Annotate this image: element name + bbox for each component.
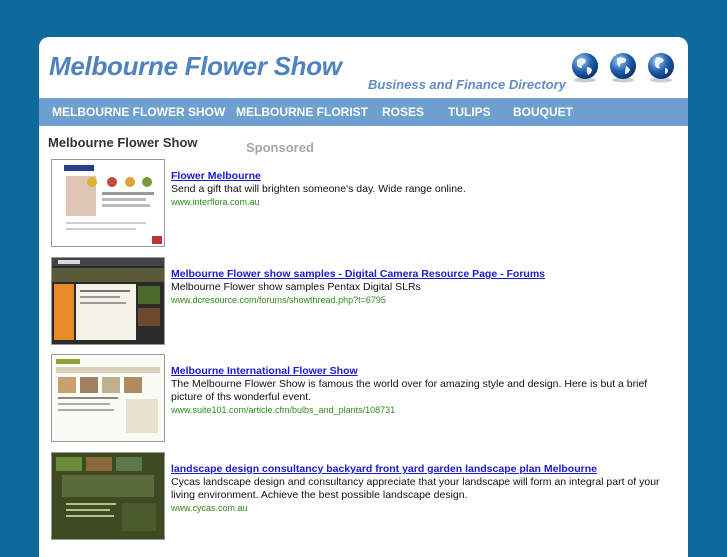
result-url[interactable]: www.interflora.com.au <box>171 196 666 209</box>
result-url[interactable]: www.suite101.com/article.cfm/bulbs_and_p… <box>171 404 666 417</box>
result-title-link[interactable]: Flower Melbourne <box>171 170 666 183</box>
result-url[interactable]: www.cycas.com.au <box>171 502 666 515</box>
sponsored-label: Sponsored <box>246 140 314 155</box>
result-description: Cycas landscape design and consultancy a… <box>171 476 660 501</box>
site-thumbnail[interactable] <box>51 159 165 247</box>
nav-item-melbourne-flower-show[interactable]: MELBOURNE FLOWER SHOW <box>52 105 225 119</box>
result-title-link[interactable]: landscape design consultancy backyard fr… <box>171 463 666 476</box>
nav-item-melbourne-florist[interactable]: MELBOURNE FLORIST <box>236 105 368 119</box>
tagline: Business and Finance Directory <box>368 77 566 92</box>
globe-icon <box>572 53 598 83</box>
site-thumbnail[interactable] <box>51 452 165 540</box>
main-nav: MELBOURNE FLOWER SHOW MELBOURNE FLORIST … <box>39 98 688 126</box>
header: Melbourne Flower Show Business and Finan… <box>39 37 688 97</box>
site-thumbnail[interactable] <box>51 257 165 345</box>
globe-icon <box>648 53 674 83</box>
site-title[interactable]: Melbourne Flower Show <box>49 51 342 82</box>
nav-item-tulips[interactable]: TULIPS <box>448 105 491 119</box>
globe-icon <box>610 53 636 83</box>
result-title-link[interactable]: Melbourne International Flower Show <box>171 365 666 378</box>
site-thumbnail[interactable] <box>51 354 165 442</box>
page-container: Melbourne Flower Show Business and Finan… <box>39 37 688 557</box>
section-title: Melbourne Flower Show <box>48 135 198 150</box>
result-url[interactable]: www.dcresource.com/forums/showthread.php… <box>171 294 666 307</box>
nav-item-roses[interactable]: ROSES <box>382 105 424 119</box>
result-title-link[interactable]: Melbourne Flower show samples - Digital … <box>171 268 666 281</box>
result-description: Send a gift that will brighten someone's… <box>171 183 466 195</box>
result-description: The Melbourne Flower Show is famous the … <box>171 378 648 403</box>
nav-item-bouquet[interactable]: BOUQUET <box>513 105 573 119</box>
result-description: Melbourne Flower show samples Pentax Dig… <box>171 281 421 293</box>
